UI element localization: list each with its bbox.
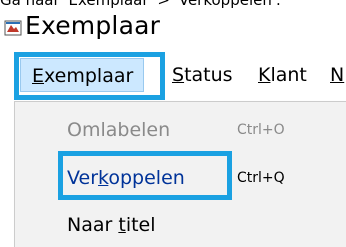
window-titlebar: Exemplaar [0,11,346,52]
instruction-text: Ga naar 'Exemplaar' > 'Verkoppelen'. [0,0,281,9]
menubar: Exemplaar Status Klant N [0,56,346,96]
menu-item-verkoppelen[interactable]: Verkoppelen Ctrl+Q [15,158,346,198]
menu-status[interactable]: Status [172,60,233,90]
app-icon [4,20,22,36]
menu-next-truncated[interactable]: N [330,60,344,90]
menu-item-omlabelen[interactable]: Omlabelen Ctrl+O [15,110,346,150]
menu-klant[interactable]: Klant [258,60,307,90]
menu-item-omlabelen-shortcut: Ctrl+O [237,122,285,138]
menu-exemplaar[interactable]: Exemplaar [20,58,145,92]
menu-item-naar-titel[interactable]: Naar titel [15,205,346,245]
menu-item-omlabelen-label: Omlabelen [67,119,171,141]
menu-item-naar-titel-label: Naar titel [67,214,156,236]
window-title: Exemplaar [25,11,161,40]
menu-item-verkoppelen-shortcut: Ctrl+Q [237,170,285,186]
exemplaar-dropdown-menu: Omlabelen Ctrl+O Verkoppelen Ctrl+Q Naar… [14,101,346,247]
menu-item-verkoppelen-label: Verkoppelen [67,167,185,189]
